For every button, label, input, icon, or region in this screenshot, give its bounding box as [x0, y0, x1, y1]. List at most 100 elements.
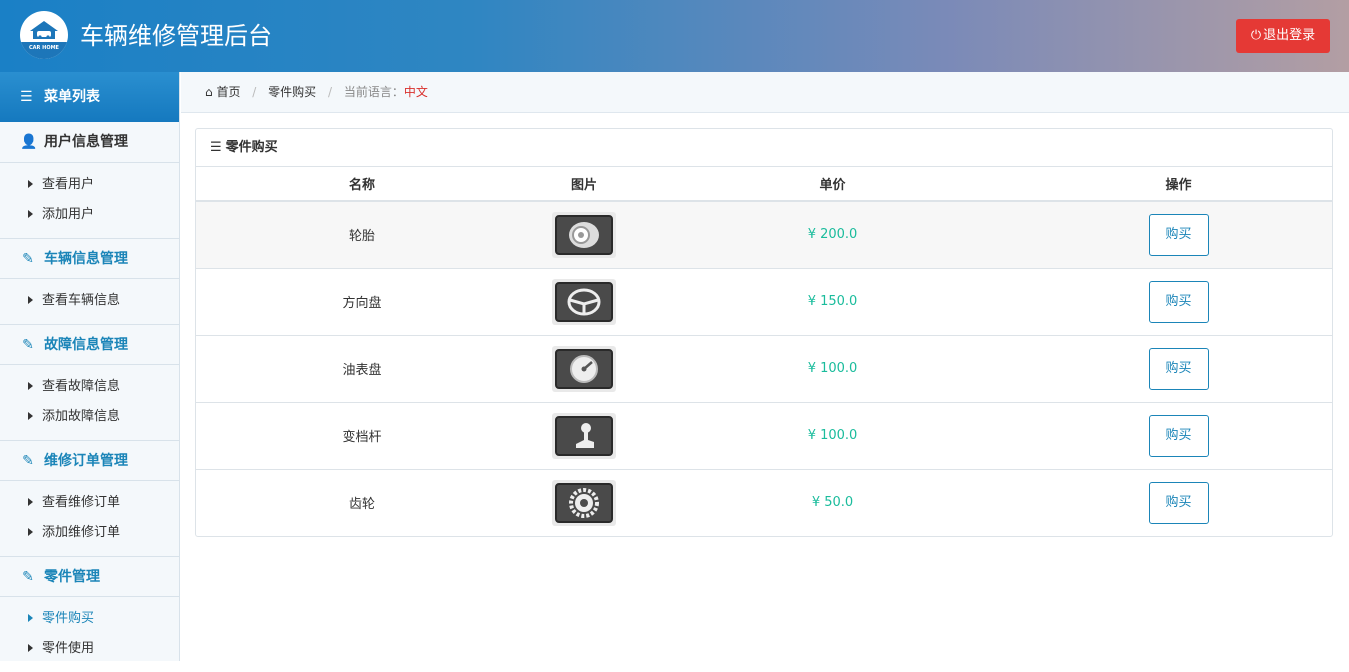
sidebar-item-view-faults[interactable]: 查看故障信息 [0, 372, 179, 402]
caret-right-icon [28, 296, 33, 304]
caret-right-icon [28, 644, 33, 652]
list-icon: ☰ [20, 89, 33, 105]
buy-button[interactable]: 购买 [1148, 347, 1209, 390]
sidebar-heading: ☰ 菜单列表 [0, 72, 179, 122]
sidebar: ☰ 菜单列表 👤 用户信息管理 查看用户 添加用户 ✎ 车辆信息管理 查看车辆信息 ✎… [0, 72, 180, 661]
part-name: 变档杆 [196, 402, 528, 470]
sidebar-group-label: 零件管理 [44, 569, 100, 585]
edit-icon: ✎ [22, 569, 34, 585]
car-home-logo: CAR HOME [20, 11, 68, 59]
caret-right-icon [28, 180, 33, 188]
part-price: ¥ 100.0 [640, 335, 1025, 403]
column-price: 单价 [640, 167, 1025, 202]
column-action: 操作 [1025, 167, 1332, 202]
sidebar-group-label: 车辆信息管理 [44, 251, 128, 267]
part-price: ¥ 50.0 [811, 495, 854, 511]
part-image [528, 469, 640, 536]
sidebar-item-add-user[interactable]: 添加用户 [0, 200, 179, 230]
part-price: ¥ 200.0 [640, 201, 1025, 269]
table-header-row: 名称 图片 单价 操作 [196, 167, 1332, 202]
sidebar-group-fault[interactable]: ✎ 故障信息管理 [0, 324, 179, 365]
buy-button[interactable]: 购买 [1148, 280, 1209, 323]
sidebar-item-add-order[interactable]: 添加维修订单 [0, 518, 179, 548]
breadcrumb-separator: / [252, 85, 257, 99]
language-value[interactable]: 中文 [404, 85, 428, 99]
table-row: 油表盘 ¥ 100.0 购买 [196, 335, 1332, 403]
part-action: 购买 [1025, 335, 1332, 403]
logout-button[interactable]: ⏻ 退出登录 [1236, 19, 1330, 53]
sidebar-group-vehicle[interactable]: ✎ 车辆信息管理 [0, 238, 179, 279]
user-icon: 👤 [20, 134, 38, 150]
sidebar-item-parts-purchase[interactable]: 零件购买 [0, 604, 179, 634]
part-name: 方向盘 [196, 268, 528, 336]
panel-title: ☰ 零件购买 [196, 129, 1332, 167]
part-name: 齿轮 [348, 497, 375, 513]
sidebar-item-label: 零件使用 [42, 641, 95, 656]
table-row: 齿轮 ¥ 50.0 购买 [196, 469, 1332, 536]
sidebar-group-label: 用户信息管理 [44, 134, 128, 150]
edit-icon: ✎ [22, 337, 34, 353]
app-title: 车辆维修管理后台 [80, 22, 272, 50]
caret-right-icon [28, 412, 33, 420]
sidebar-item-label: 查看故障信息 [42, 379, 121, 394]
sidebar-group-repair-order[interactable]: ✎ 维修订单管理 [0, 440, 179, 481]
breadcrumb-current: 零件购买 [268, 85, 317, 99]
part-image [528, 268, 640, 336]
home-icon: ⌂ [205, 85, 213, 99]
sidebar-item-label: 查看维修订单 [42, 495, 121, 510]
caret-right-icon [28, 210, 33, 218]
sidebar-item-label: 查看用户 [42, 177, 95, 192]
table-row: 轮胎 ¥ 200.0 购买 [196, 201, 1332, 269]
part-action: 购买 [1025, 201, 1332, 269]
sidebar-item-label: 添加用户 [42, 207, 95, 222]
buy-button[interactable]: 购买 [1148, 481, 1209, 524]
sidebar-item-view-vehicles[interactable]: 查看车辆信息 [0, 286, 179, 316]
part-action: 购买 [1025, 402, 1332, 470]
sidebar-group-user[interactable]: 👤 用户信息管理 [0, 122, 179, 163]
breadcrumb-separator: / [328, 85, 333, 99]
sidebar-group-parts[interactable]: ✎ 零件管理 [0, 556, 179, 597]
caret-right-icon [28, 528, 33, 536]
parts-panel: ☰ 零件购买 名称 图片 单价 操作 轮胎 ¥ 200.0 购买 方向盘 ¥ 1… [195, 128, 1333, 537]
buy-button[interactable]: 购买 [1148, 213, 1209, 256]
part-action: 购买 [1025, 268, 1332, 336]
logout-label: 退出登录 [1263, 28, 1316, 43]
part-price: ¥ 100.0 [640, 402, 1025, 470]
breadcrumb: ⌂ 首页 / 零件购买 / 当前语言：中文 [181, 72, 1349, 113]
sidebar-item-parts-usage[interactable]: 零件使用 [0, 634, 179, 664]
sidebar-item-view-orders[interactable]: 查看维修订单 [0, 488, 179, 518]
sidebar-item-label: 零件购买 [42, 611, 95, 626]
caret-right-icon [28, 614, 33, 622]
house-car-icon [30, 21, 58, 39]
logo-caption: CAR HOME [20, 42, 68, 59]
sidebar-item-label: 添加故障信息 [42, 409, 121, 424]
panel-title-label: 零件购买 [225, 140, 278, 155]
sidebar-item-view-users[interactable]: 查看用户 [0, 170, 179, 200]
part-image [528, 335, 640, 403]
gear-icon [569, 487, 599, 518]
edit-icon: ✎ [22, 453, 34, 469]
part-action: 购买 [1025, 469, 1332, 536]
part-name: 轮胎 [196, 201, 528, 269]
sidebar-heading-label: 菜单列表 [44, 89, 100, 105]
power-icon: ⏻ [1250, 28, 1262, 43]
part-image [528, 201, 640, 269]
part-price: ¥ 150.0 [640, 268, 1025, 336]
gear-shift-icon [576, 422, 594, 448]
parts-table: 名称 图片 单价 操作 轮胎 ¥ 200.0 购买 方向盘 ¥ 150.0 购买… [196, 167, 1332, 536]
buy-button[interactable]: 购买 [1148, 414, 1209, 457]
edit-icon: ✎ [22, 251, 34, 267]
caret-right-icon [28, 498, 33, 506]
sidebar-group-label: 维修订单管理 [44, 453, 128, 469]
fuel-gauge-icon [570, 354, 598, 383]
caret-right-icon [28, 382, 33, 390]
tire-icon [569, 221, 599, 248]
column-name: 名称 [196, 167, 528, 202]
sidebar-item-label: 添加维修订单 [42, 525, 121, 540]
part-name: 油表盘 [196, 335, 528, 403]
breadcrumb-home[interactable]: 首页 [216, 85, 240, 99]
top-header: CAR HOME 车辆维修管理后台 ⏻ 退出登录 [0, 0, 1349, 72]
sidebar-item-label: 查看车辆信息 [42, 293, 121, 308]
part-image [528, 402, 640, 470]
sidebar-item-add-fault[interactable]: 添加故障信息 [0, 402, 179, 432]
